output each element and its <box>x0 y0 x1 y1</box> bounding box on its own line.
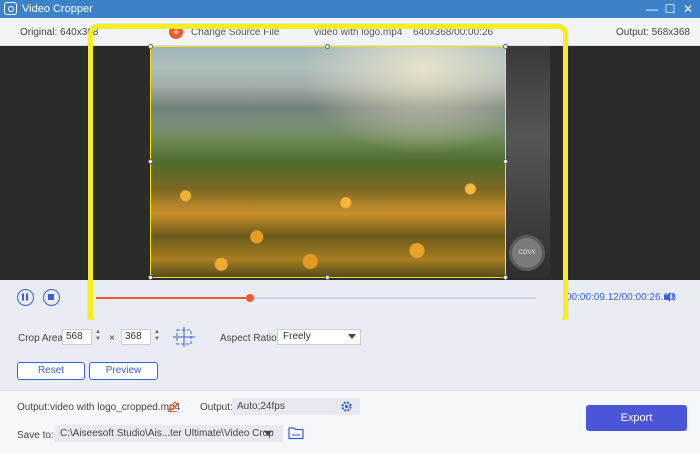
folder-icon[interactable] <box>288 426 304 443</box>
maximize-button[interactable]: ☐ <box>662 1 678 17</box>
save-path-field[interactable]: C:\Aiseesoft Studio\Ais...ter Ultimate\V… <box>55 425 283 442</box>
highlight-annotation <box>88 24 568 326</box>
aspect-ratio-select[interactable]: Freely <box>277 329 361 345</box>
reset-button[interactable]: Reset <box>17 362 85 380</box>
crop-height-stepper[interactable]: ▲ ▼ <box>151 329 163 345</box>
output-format-label: Output: <box>200 402 233 413</box>
crop-width-input[interactable]: 568 <box>62 329 92 345</box>
chevron-down-icon[interactable] <box>264 431 272 436</box>
edit-name-icon[interactable] <box>167 401 178 415</box>
crop-width-stepper[interactable]: ▲ ▼ <box>92 329 104 345</box>
center-crop-icon[interactable] <box>173 327 195 350</box>
output-resolution: Output: 568x368 <box>616 27 690 38</box>
stop-icon[interactable] <box>43 289 60 306</box>
playback-time: 00:00:09.12/00:00:26.10 <box>566 292 675 303</box>
crop-height-input[interactable]: 368 <box>121 329 151 345</box>
minimize-button[interactable]: — <box>644 1 660 17</box>
aspect-ratio-label: Aspect Ratio: <box>220 333 280 344</box>
preview-button[interactable]: Preview <box>89 362 158 380</box>
output-file-label: Output: <box>17 402 50 413</box>
crop-area-label: Crop Area: <box>18 333 66 344</box>
app-crop-icon <box>4 2 17 15</box>
save-to-label: Save to: <box>17 430 54 441</box>
title-bar: Video Cropper — ☐ ✕ <box>0 0 700 18</box>
pause-icon[interactable] <box>17 289 34 306</box>
output-file-name: video with logo_cropped.mp4 <box>50 402 181 413</box>
chevron-down-icon <box>348 334 356 339</box>
export-button[interactable]: Export <box>586 405 687 431</box>
gear-icon[interactable] <box>340 400 353 416</box>
volume-icon[interactable] <box>662 290 676 304</box>
original-resolution: Original: 640x368 <box>20 27 99 38</box>
close-button[interactable]: ✕ <box>680 1 696 17</box>
times-sign: × <box>109 333 115 344</box>
window-title: Video Cropper <box>22 3 93 15</box>
save-path-value: C:\Aiseesoft Studio\Ais...ter Ultimate\V… <box>60 428 274 439</box>
aspect-ratio-value: Freely <box>283 331 311 342</box>
